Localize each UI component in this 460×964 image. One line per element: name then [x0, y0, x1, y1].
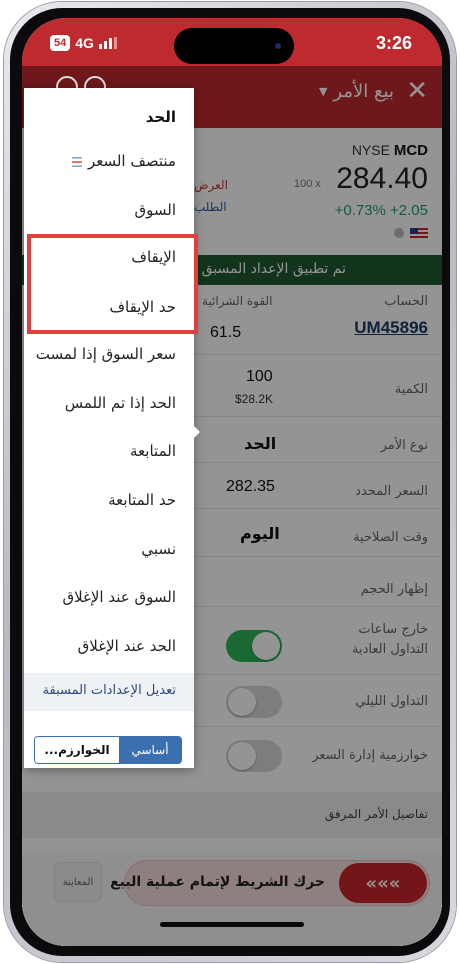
menu-item-midprice[interactable]: منتصف السعر — [69, 152, 176, 170]
camera-dot — [275, 43, 281, 49]
menu-item-limit[interactable]: الحد — [146, 108, 176, 126]
menu-item-moc[interactable]: السوق عند الإغلاق — [62, 588, 176, 606]
network-type: 4G — [75, 35, 94, 51]
highlight-box — [27, 234, 198, 334]
order-type-menu: الحد منتصف السعر السوق الإيقاف حد الإيقا… — [24, 88, 194, 768]
app-screen: 54 4G 3:26 بيع الأمر ▼ ✕ NYSE MCD 284.40… — [22, 18, 442, 946]
menu-item-midprice-label: منتصف السعر — [87, 152, 176, 170]
edit-presets-link[interactable]: تعديل الإعدادات المسبقة — [24, 673, 194, 711]
menu-item-relative[interactable]: نسبي — [141, 540, 176, 558]
menu-item-trailing-limit[interactable]: حد المتابعة — [108, 491, 176, 509]
edit-presets-label: تعديل الإعدادات المسبقة — [42, 683, 176, 698]
menu-item-lit[interactable]: الحد إذا تم اللمس — [65, 394, 176, 412]
notification-badge: 54 — [50, 35, 71, 51]
popover-arrow — [190, 422, 200, 442]
midprice-icon — [72, 156, 83, 167]
menu-item-trailing[interactable]: المتابعة — [130, 442, 176, 460]
signal-icon — [98, 37, 117, 49]
menu-mode-segmented: أساسي الخوارزم... — [34, 736, 182, 764]
dynamic-island — [174, 28, 294, 64]
menu-item-loc[interactable]: الحد عند الإغلاق — [78, 637, 176, 655]
status-left: 54 4G — [50, 35, 117, 51]
segment-basic[interactable]: أساسي — [119, 737, 181, 763]
menu-item-mit[interactable]: سعر السوق إذا لمست — [36, 345, 176, 363]
menu-item-market[interactable]: السوق — [134, 201, 176, 219]
clock: 3:26 — [375, 33, 412, 53]
segment-algo[interactable]: الخوارزم... — [35, 737, 119, 763]
